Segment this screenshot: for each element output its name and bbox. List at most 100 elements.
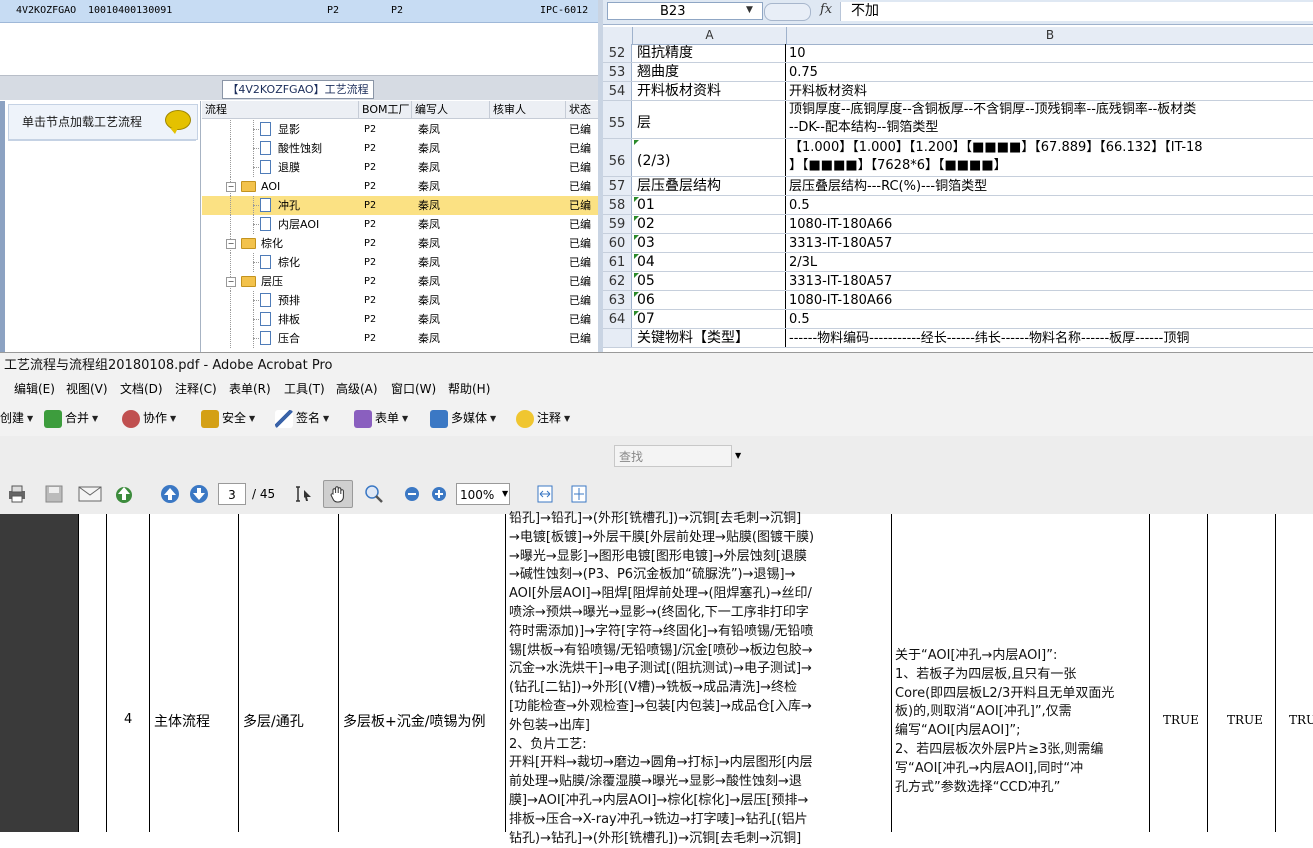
cell-a[interactable]: 06 [633, 291, 786, 309]
cell-a[interactable]: 05 [633, 272, 786, 290]
column-header-reviewer[interactable]: 核审人 [490, 101, 566, 119]
forms-button[interactable]: 表单 ▼ [354, 408, 408, 428]
cell-a[interactable]: 层压叠层结构 [633, 177, 786, 195]
zoom-dropdown-icon[interactable]: ▼ [502, 489, 508, 498]
column-header-factory[interactable]: BOM工厂 [359, 101, 412, 119]
row-header[interactable]: 52 [603, 44, 632, 62]
collapse-toggle-icon[interactable]: − [226, 182, 236, 192]
comment-button[interactable]: 注释 ▼ [516, 408, 570, 428]
cell-b[interactable]: 0.5 [787, 310, 1313, 328]
row-header[interactable]: 54 [603, 82, 632, 100]
select-all-corner[interactable] [603, 27, 633, 44]
cell-b[interactable]: 顶铜厚度--底铜厚度--含铜板厚--不含铜厚--顶残铜率--底残铜率--板材类 -… [787, 101, 1313, 138]
collapse-toggle-icon[interactable]: − [226, 277, 236, 287]
multimedia-button[interactable]: 多媒体 ▼ [430, 408, 496, 428]
cell-a[interactable]: 开料板材资料 [633, 82, 786, 100]
upload-icon[interactable] [114, 484, 134, 504]
search-dropdown-icon[interactable]: ▼ [735, 451, 741, 460]
row-header[interactable]: 64 [603, 310, 632, 328]
tree-row[interactable]: 显影 P2 秦凤 已编 [202, 120, 598, 139]
sign-button[interactable]: 签名 ▼ [275, 408, 329, 428]
cell-a[interactable]: 04 [633, 253, 786, 271]
column-header-a[interactable]: A [633, 27, 787, 44]
row-header[interactable]: 59 [603, 215, 632, 233]
cell-a[interactable]: (2/3) [633, 139, 786, 176]
tree-row[interactable]: − 棕化 P2 秦凤 已编 [202, 234, 598, 253]
row-header[interactable]: 53 [603, 63, 632, 81]
cell-b[interactable]: 3313-IT-180A57 [787, 272, 1313, 290]
cell-b[interactable]: ------物料编码-----------经长------纬长------物料名… [787, 329, 1313, 347]
row-header[interactable]: 56 [603, 139, 632, 176]
secure-button[interactable]: 安全 ▼ [201, 408, 255, 428]
fit-width-icon[interactable] [535, 484, 555, 504]
tree-row[interactable]: 棕化 P2 秦凤 已编 [202, 253, 598, 272]
cell-b[interactable]: 3313-IT-180A57 [787, 234, 1313, 252]
chevron-down-icon[interactable]: ▼ [746, 5, 753, 15]
create-button[interactable]: 创建 ▼ [0, 408, 33, 428]
tree-row[interactable]: 压合 P2 秦凤 已编 [202, 329, 598, 348]
tree-row[interactable]: 酸性蚀刻 P2 秦凤 已编 [202, 139, 598, 158]
cell-b[interactable]: 层压叠层结构---RC(%)---铜箔类型 [787, 177, 1313, 195]
cell-b[interactable]: 开料板材资料 [787, 82, 1313, 100]
cell-a[interactable]: 层 [633, 101, 786, 138]
zoom-in-icon[interactable] [431, 486, 447, 502]
cell-b[interactable]: 1080-IT-180A66 [787, 291, 1313, 309]
name-box[interactable]: B23 [607, 2, 763, 20]
marquee-zoom-icon[interactable] [364, 484, 384, 504]
menu-comment[interactable]: 注释(C) [175, 378, 217, 400]
menu-window[interactable]: 窗口(W) [391, 378, 436, 400]
formula-input[interactable]: 不加 [840, 2, 1313, 21]
menu-advanced[interactable]: 高级(A) [336, 378, 378, 400]
collaborate-button[interactable]: 协作 ▼ [122, 408, 176, 428]
cell-b[interactable]: 2/3L [787, 253, 1313, 271]
column-header-b[interactable]: B [787, 27, 1313, 44]
tree-row[interactable]: − 层压 P2 秦凤 已编 [202, 272, 598, 291]
combine-button[interactable]: 合并 ▼ [44, 408, 98, 428]
row-header[interactable]: 61 [603, 253, 632, 271]
column-header-flow[interactable]: 流程 [202, 101, 359, 119]
next-page-icon[interactable] [189, 484, 209, 504]
row-header[interactable] [603, 329, 632, 347]
select-text-icon[interactable] [294, 484, 314, 504]
menu-document[interactable]: 文档(D) [120, 378, 163, 400]
email-icon[interactable] [78, 484, 102, 504]
print-icon[interactable] [7, 484, 27, 504]
grid-selected-row[interactable]: 4V2KOZFGAO 10010400130091 P2 P2 IPC-6012 [0, 0, 598, 23]
tree-row[interactable]: 冲孔 P2 秦凤 已编 [202, 196, 598, 215]
menu-view[interactable]: 视图(V) [66, 378, 108, 400]
search-input[interactable]: 查找 [614, 445, 732, 467]
cell-a[interactable]: 03 [633, 234, 786, 252]
cell-a[interactable]: 02 [633, 215, 786, 233]
row-header[interactable]: 62 [603, 272, 632, 290]
tree-row[interactable]: 内层AOI P2 秦凤 已编 [202, 215, 598, 234]
column-header-writer[interactable]: 编写人 [412, 101, 490, 119]
formula-bar-splitter[interactable] [764, 3, 811, 21]
cell-b[interactable]: 0.75 [787, 63, 1313, 81]
cell-a[interactable]: 01 [633, 196, 786, 214]
row-header[interactable]: 60 [603, 234, 632, 252]
tree-row[interactable]: 排板 P2 秦凤 已编 [202, 310, 598, 329]
menu-help[interactable]: 帮助(H) [448, 378, 490, 400]
cell-a[interactable]: 07 [633, 310, 786, 328]
row-header[interactable]: 58 [603, 196, 632, 214]
cell-b[interactable]: 0.5 [787, 196, 1313, 214]
cell-a[interactable]: 翘曲度 [633, 63, 786, 81]
zoom-out-icon[interactable] [404, 486, 420, 502]
save-icon[interactable] [44, 484, 64, 504]
cell-b[interactable]: 【1.000】【1.000】【1.200】【■■■■】【67.889】【66.1… [787, 139, 1313, 176]
menu-forms[interactable]: 表单(R) [229, 378, 271, 400]
cell-a[interactable]: 阻抗精度 [633, 44, 786, 62]
previous-page-icon[interactable] [160, 484, 180, 504]
cell-b[interactable]: 10 [787, 44, 1313, 62]
tree-row[interactable]: 预排 P2 秦凤 已编 [202, 291, 598, 310]
tree-row[interactable]: − AOI P2 秦凤 已编 [202, 177, 598, 196]
row-header[interactable]: 63 [603, 291, 632, 309]
column-header-status[interactable]: 状态 [566, 101, 598, 119]
collapse-toggle-icon[interactable]: − [226, 239, 236, 249]
cell-b[interactable]: 1080-IT-180A66 [787, 215, 1313, 233]
row-header[interactable]: 55 [603, 101, 632, 138]
menu-tools[interactable]: 工具(T) [284, 378, 325, 400]
page-number-input[interactable]: 3 [218, 483, 246, 505]
tree-row[interactable]: 退膜 P2 秦凤 已编 [202, 158, 598, 177]
row-header[interactable]: 57 [603, 177, 632, 195]
